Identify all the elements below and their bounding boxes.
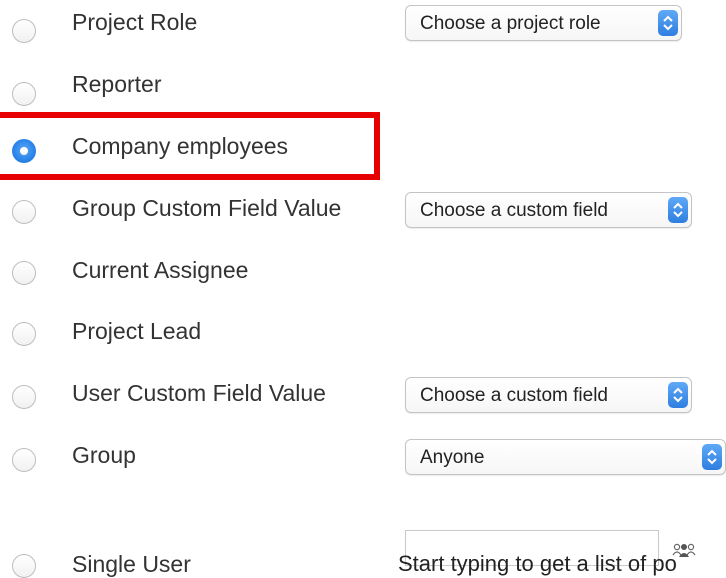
select-stepper-icon: [702, 444, 722, 470]
group-select[interactable]: Anyone: [405, 439, 726, 475]
radio-group-custom-field-value[interactable]: [12, 200, 36, 224]
radio-current-assignee[interactable]: [12, 261, 36, 285]
radio-user-custom-field-value[interactable]: [12, 385, 36, 409]
highlight-box: [0, 112, 380, 180]
project-role-select-value: Choose a project role: [420, 13, 601, 34]
radio-single-user[interactable]: [12, 554, 36, 578]
radio-project-role[interactable]: [12, 19, 36, 43]
group-custom-field-select[interactable]: Choose a custom field: [405, 192, 692, 228]
option-label-project-lead: Project Lead: [72, 318, 202, 344]
option-label-single-user: Single User: [72, 551, 191, 577]
option-label-current-assignee: Current Assignee: [72, 257, 249, 283]
option-label-user-custom-field-value: User Custom Field Value: [72, 380, 326, 406]
group-custom-field-select-value: Choose a custom field: [420, 200, 608, 221]
radio-reporter[interactable]: [12, 82, 36, 106]
option-label-group: Group: [72, 442, 136, 468]
user-custom-field-select[interactable]: Choose a custom field: [405, 377, 692, 413]
user-custom-field-select-value: Choose a custom field: [420, 385, 608, 406]
option-label-group-custom-field-value: Group Custom Field Value: [72, 195, 342, 221]
single-user-hint: Start typing to get a list of po: [398, 551, 677, 576]
project-role-select[interactable]: Choose a project role: [405, 5, 682, 41]
radio-project-lead[interactable]: [12, 322, 36, 346]
group-select-value: Anyone: [420, 447, 485, 468]
option-label-project-role: Project Role: [72, 9, 198, 35]
select-stepper-icon: [668, 197, 688, 223]
radio-group[interactable]: [12, 448, 36, 472]
select-stepper-icon: [668, 382, 688, 408]
select-stepper-icon: [658, 10, 678, 36]
option-label-reporter: Reporter: [72, 71, 162, 97]
